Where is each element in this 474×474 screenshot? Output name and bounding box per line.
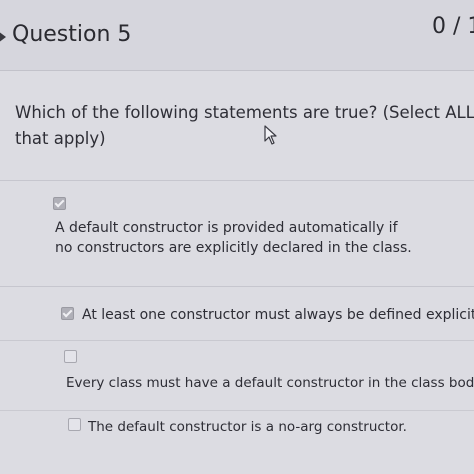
question-header: Question 5 0 / 1	[0, 0, 474, 71]
option-1-checkbox[interactable]	[53, 197, 66, 210]
question-score: 0 / 1	[432, 14, 474, 39]
divider	[0, 340, 474, 341]
option-2-label[interactable]: At least one constructor must always be …	[82, 305, 474, 325]
option-1-label[interactable]: A default constructor is provided automa…	[55, 218, 415, 258]
option-3-checkbox[interactable]	[64, 350, 77, 363]
question-title: Question 5	[12, 22, 132, 47]
quiz-screen: Question 5 0 / 1 Which of the following …	[0, 0, 474, 474]
caret-right-icon	[0, 28, 6, 46]
option-3-label[interactable]: Every class must have a default construc…	[66, 373, 474, 393]
mouse-pointer-icon	[264, 125, 277, 145]
divider	[0, 180, 474, 181]
option-4-label[interactable]: The default constructor is a no-arg cons…	[88, 417, 468, 437]
question-prompt: Which of the following statements are tr…	[15, 103, 474, 148]
divider	[0, 286, 474, 287]
divider	[0, 410, 474, 411]
option-4-checkbox[interactable]	[68, 418, 81, 431]
option-2-checkbox[interactable]	[61, 307, 74, 320]
